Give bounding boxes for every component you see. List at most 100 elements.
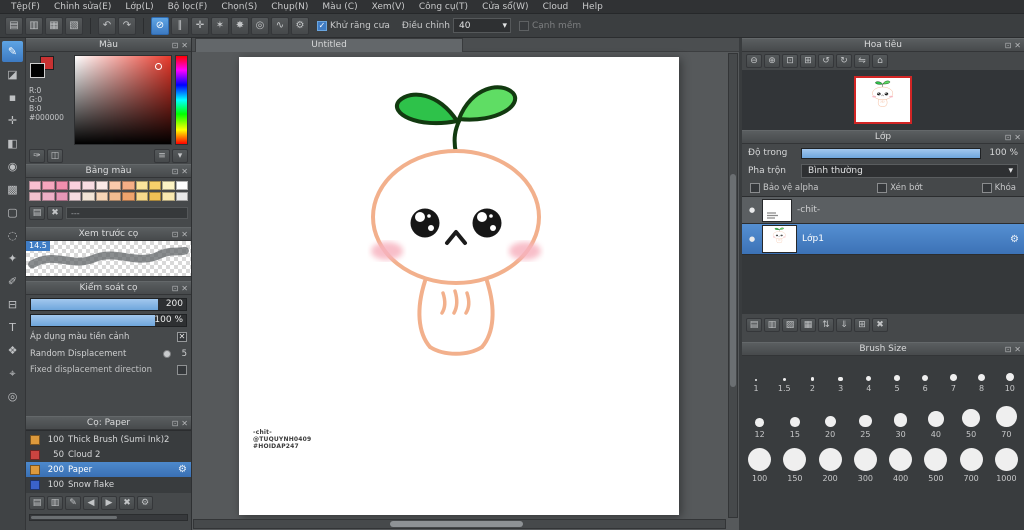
brush-size-6[interactable]: 6 <box>911 359 939 395</box>
tool-zoom[interactable]: ◎ <box>2 386 23 407</box>
brush-size-10[interactable]: 10 <box>996 359 1024 395</box>
close-panel-icon[interactable]: ✕ <box>181 166 188 178</box>
menu-color[interactable]: Màu (C) <box>315 0 364 14</box>
float-panel-icon[interactable]: ⊡ <box>172 166 179 178</box>
tool-pan[interactable]: ❖ <box>2 340 23 361</box>
tool-eyedropper[interactable]: ⌖ <box>2 363 23 384</box>
tool-select-pen[interactable]: ✐ <box>2 271 23 292</box>
brush-size-2[interactable]: 2 <box>798 359 826 395</box>
brush-size-40[interactable]: 40 <box>918 395 953 441</box>
move-layer-button[interactable]: ⇅ <box>818 318 834 332</box>
tool-text[interactable]: T <box>2 317 23 338</box>
nav-reset-button[interactable]: ⌂ <box>872 54 888 68</box>
saturation-value-picker[interactable] <box>74 55 172 145</box>
nav-zoom-out-button[interactable]: ⊖ <box>746 54 762 68</box>
menu-snap[interactable]: Chụp(N) <box>264 0 315 14</box>
nav-rotate-right-button[interactable]: ↻ <box>836 54 852 68</box>
nav-rotate-left-button[interactable]: ↺ <box>818 54 834 68</box>
palette-swatch[interactable] <box>29 192 42 201</box>
open-file-button[interactable]: ▥ <box>25 16 43 35</box>
brush-size-70[interactable]: 70 <box>989 395 1024 441</box>
menu-cloud[interactable]: Cloud <box>536 0 576 14</box>
menu-window[interactable]: Cửa sổ(W) <box>475 0 535 14</box>
eyedropper-pick-button[interactable]: ✑ <box>29 149 45 163</box>
apply-foreground-checkbox[interactable]: ✕ <box>177 331 187 342</box>
scrollbar-thumb[interactable] <box>31 516 118 519</box>
brush-size-4[interactable]: 4 <box>855 359 883 395</box>
next-brush-button[interactable]: ▶ <box>101 496 117 510</box>
delete-palette-color-button[interactable]: ✖ <box>47 206 63 220</box>
palette-swatch[interactable] <box>135 181 148 190</box>
tool-fill[interactable]: ◧ <box>2 133 23 154</box>
redo-button[interactable]: ↷ <box>118 16 136 35</box>
close-panel-icon[interactable]: ✕ <box>181 418 188 430</box>
menu-edit[interactable]: Chỉnh sửa(E) <box>47 0 118 14</box>
snap-parallel-button[interactable]: ∥ <box>171 16 189 35</box>
brush-item[interactable]: 200 Paper ⚙ <box>26 462 191 477</box>
layer-visibility-icon[interactable]: ● <box>747 235 757 243</box>
vertical-scrollbar[interactable] <box>728 53 738 518</box>
palette-swatch[interactable] <box>175 192 188 201</box>
palette-swatch[interactable] <box>135 192 148 201</box>
snap-settings-button[interactable]: ⚙ <box>291 16 309 35</box>
duplicate-brush-button[interactable]: ▥ <box>47 496 63 510</box>
layer-visibility-icon[interactable]: ● <box>747 206 757 214</box>
tool-lasso[interactable]: ◌ <box>2 225 23 246</box>
nav-zoom-in-button[interactable]: ⊕ <box>764 54 780 68</box>
brush-opacity-slider[interactable]: 100 % <box>30 314 187 327</box>
merge-down-button[interactable]: ⇓ <box>836 318 852 332</box>
palette-swatch[interactable] <box>42 181 55 190</box>
nav-zoom-fit-button[interactable]: ⊡ <box>782 54 798 68</box>
brush-size-500[interactable]: 500 <box>918 441 953 485</box>
export-file-button[interactable]: ▧ <box>65 16 83 35</box>
menu-tool[interactable]: Công cụ(T) <box>412 0 475 14</box>
brush-size-300[interactable]: 300 <box>848 441 883 485</box>
brush-size-200[interactable]: 200 <box>813 441 848 485</box>
brush-settings-gear-icon[interactable]: ⚙ <box>178 464 187 475</box>
brush-size-50[interactable]: 50 <box>954 395 989 441</box>
palette-swatch[interactable] <box>148 192 162 201</box>
snap-vanishing-point-button[interactable]: ✶ <box>211 16 229 35</box>
antialias-checkbox[interactable]: ✓ Khử răng cưa <box>317 20 390 31</box>
palette-swatch[interactable] <box>29 181 42 190</box>
tool-bucket[interactable]: ◉ <box>2 156 23 177</box>
brush-size-30[interactable]: 30 <box>883 395 918 441</box>
snap-curve-button[interactable]: ∿ <box>271 16 289 35</box>
new-layer-button[interactable]: ▤ <box>746 318 762 332</box>
brush-size-7[interactable]: 7 <box>939 359 967 395</box>
brush-item[interactable]: 100 Thick Brush (Sumi Ink)2 <box>26 432 191 447</box>
palette-swatch[interactable] <box>42 192 55 201</box>
palette-swatch[interactable] <box>162 181 175 190</box>
close-panel-icon[interactable]: ✕ <box>1014 132 1021 144</box>
color-menu-button[interactable]: ≡ <box>154 149 170 163</box>
add-brush-button[interactable]: ▤ <box>29 496 45 510</box>
float-panel-icon[interactable]: ⊡ <box>172 418 179 430</box>
clipping-checkbox[interactable] <box>877 183 888 193</box>
alpha-protect-checkbox[interactable] <box>750 183 760 193</box>
brush-size-1000[interactable]: 1000 <box>989 441 1024 485</box>
adjust-combo[interactable]: 40 ▾ <box>452 18 511 33</box>
float-panel-icon[interactable]: ⊡ <box>172 283 179 295</box>
palette-swatch[interactable] <box>108 192 122 201</box>
delete-brush-button[interactable]: ✖ <box>119 496 135 510</box>
edit-brush-button[interactable]: ✎ <box>65 496 81 510</box>
brush-size-15[interactable]: 15 <box>777 395 812 441</box>
tool-gradient[interactable]: ▩ <box>2 179 23 200</box>
new-file-button[interactable]: ▤ <box>5 16 23 35</box>
tool-move[interactable]: ✛ <box>2 110 23 131</box>
save-file-button[interactable]: ▦ <box>45 16 63 35</box>
layer-color-button[interactable]: ▨ <box>782 318 798 332</box>
soft-edge-checkbox[interactable]: Cạnh mềm <box>518 20 581 31</box>
tool-dot[interactable]: ▪ <box>2 87 23 108</box>
foreground-background-swatch[interactable] <box>30 56 58 82</box>
duplicate-layer-button[interactable]: ▥ <box>764 318 780 332</box>
menu-select[interactable]: Chọn(S) <box>214 0 264 14</box>
brush-size-12[interactable]: 12 <box>742 395 777 441</box>
scrollbar-thumb[interactable] <box>390 521 524 527</box>
palette-entry[interactable]: --- <box>66 207 188 219</box>
tool-magic-wand[interactable]: ✦ <box>2 248 23 269</box>
float-panel-icon[interactable]: ⊡ <box>1005 40 1012 52</box>
close-panel-icon[interactable]: ✕ <box>1014 40 1021 52</box>
fixed-direction-checkbox[interactable] <box>177 364 187 375</box>
horizontal-scrollbar[interactable] <box>193 519 726 529</box>
